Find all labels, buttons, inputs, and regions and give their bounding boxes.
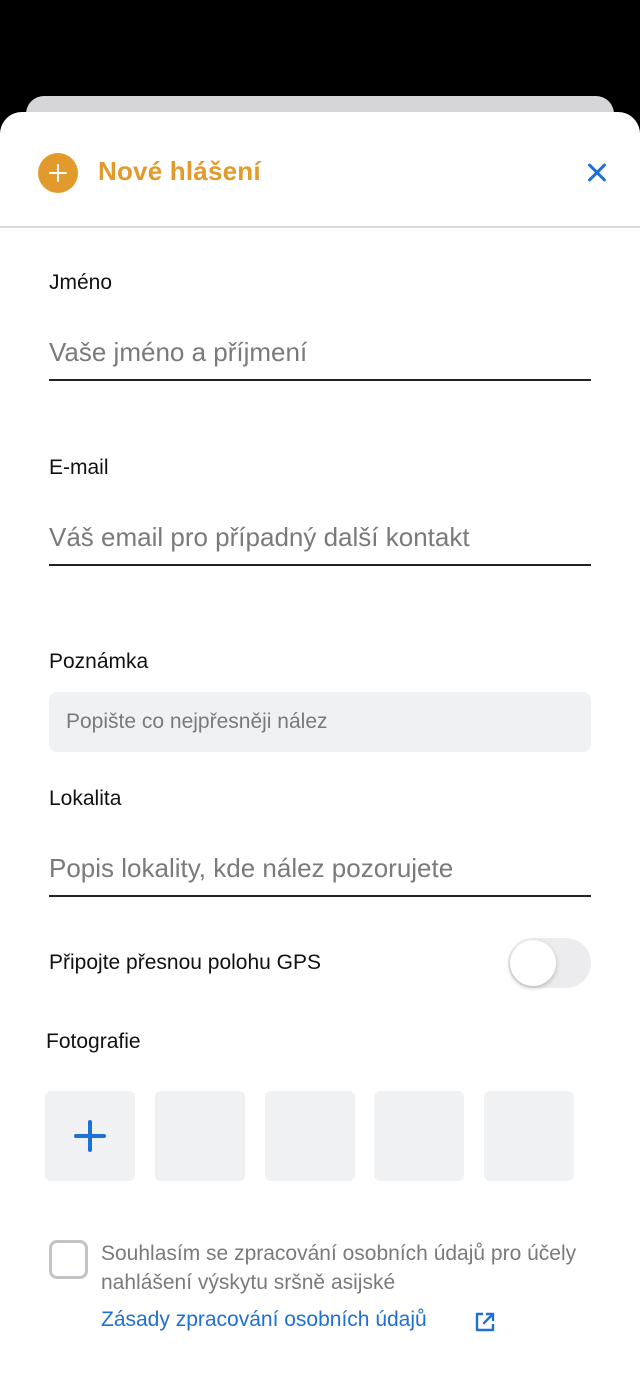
location-input[interactable]: [49, 841, 591, 897]
gps-toggle[interactable]: [508, 938, 591, 988]
privacy-policy-link[interactable]: Zásady zpracování osobních údajů: [101, 1308, 427, 1332]
gps-label: Připojte přesnou polohu GPS: [49, 951, 322, 974]
external-link-icon[interactable]: [474, 1311, 496, 1333]
photo-slot[interactable]: [374, 1091, 464, 1181]
close-icon[interactable]: [580, 156, 614, 190]
location-label: Lokalita: [49, 787, 122, 810]
photo-slot[interactable]: [484, 1091, 574, 1181]
name-input[interactable]: [49, 325, 591, 381]
sheet-header: Nové hlášení: [0, 112, 640, 228]
email-label: E-mail: [49, 456, 109, 479]
note-label: Poznámka: [49, 650, 149, 673]
plus-circle-icon: [38, 153, 78, 193]
consent-text: Souhlasím se zpracování osobních údajů p…: [101, 1242, 577, 1294]
page-title: Nové hlášení: [98, 156, 261, 186]
toggle-knob: [510, 940, 556, 986]
photos-label: Fotografie: [46, 1030, 141, 1053]
plus-icon: [74, 1120, 106, 1152]
name-label: Jméno: [49, 271, 113, 294]
add-photo-button[interactable]: [45, 1091, 135, 1181]
photo-slot[interactable]: [155, 1091, 245, 1181]
note-input[interactable]: [49, 692, 591, 752]
photo-slot[interactable]: [265, 1091, 355, 1181]
email-input[interactable]: [49, 510, 591, 566]
consent-checkbox[interactable]: [49, 1240, 88, 1279]
